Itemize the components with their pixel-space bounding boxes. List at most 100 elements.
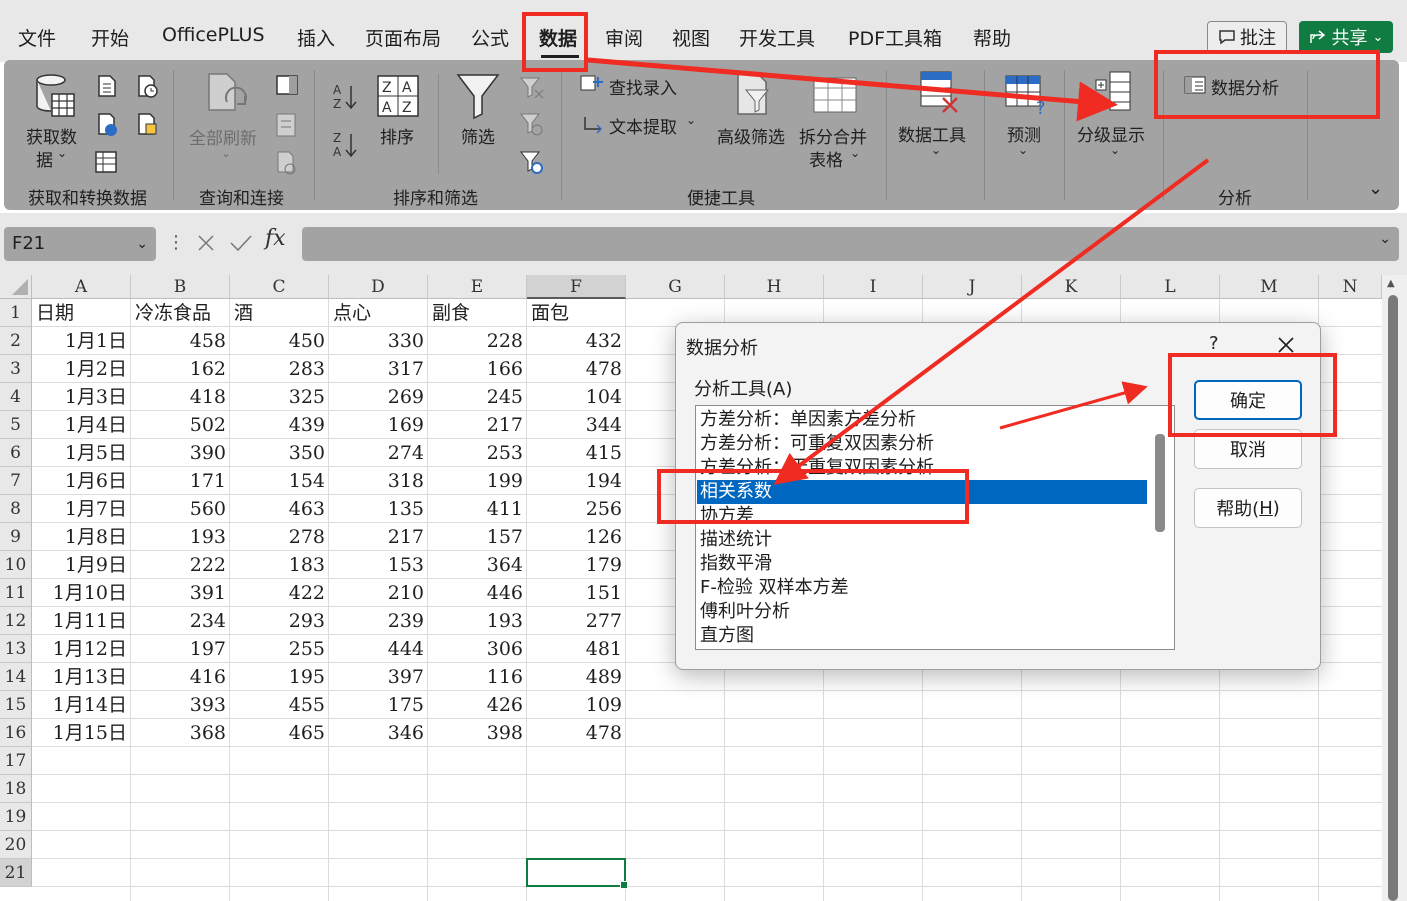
menu-officeplus[interactable]: OfficePLUS (162, 24, 265, 46)
cell-f3[interactable]: 478 (527, 355, 626, 383)
row-header-5[interactable]: 5 (0, 411, 32, 439)
cell-b4[interactable]: 418 (131, 383, 230, 411)
cell-d4[interactable]: 269 (329, 383, 428, 411)
row-header-15[interactable]: 15 (0, 691, 32, 719)
listbox-scroll-thumb[interactable] (1155, 434, 1165, 532)
row-header-6[interactable]: 6 (0, 439, 32, 467)
analysis-tool-item[interactable]: 方差分析：单因素方差分析 (700, 408, 916, 432)
cell-e8[interactable]: 411 (428, 495, 527, 523)
row-header-4[interactable]: 4 (0, 383, 32, 411)
cell-d6[interactable]: 274 (329, 439, 428, 467)
cell-f14[interactable]: 489 (527, 663, 626, 691)
cell-f4[interactable]: 104 (527, 383, 626, 411)
filter-label[interactable]: 筛选 (461, 123, 495, 148)
cell-b14[interactable]: 416 (131, 663, 230, 691)
row-header-9[interactable]: 9 (0, 523, 32, 551)
analysis-tool-item[interactable]: F-检验 双样本方差 (700, 576, 849, 600)
cell-e4[interactable]: 245 (428, 383, 527, 411)
cell-f7[interactable]: 194 (527, 467, 626, 495)
cell-e14[interactable]: 116 (428, 663, 527, 691)
column-header-g[interactable]: G (626, 275, 725, 299)
cell-c10[interactable]: 183 (230, 551, 329, 579)
cell-a6[interactable]: 1月5日 (32, 439, 131, 467)
cell-b5[interactable]: 502 (131, 411, 230, 439)
formula-input[interactable]: ⌄ (302, 227, 1399, 261)
cell-b11[interactable]: 391 (131, 579, 230, 607)
row-header-17[interactable]: 17 (0, 747, 32, 775)
table-range-icon[interactable] (94, 150, 118, 174)
cell-c13[interactable]: 255 (230, 635, 329, 663)
advanced-filter-tool-icon[interactable] (734, 72, 774, 118)
database-icon[interactable] (34, 72, 78, 120)
cell-b16[interactable]: 368 (131, 719, 230, 747)
row-header-20[interactable]: 20 (0, 831, 32, 859)
cell-b7[interactable]: 171 (131, 467, 230, 495)
menu-insert[interactable]: 插入 (297, 24, 335, 51)
comments-button[interactable]: 批注 (1207, 21, 1287, 53)
cell-b8[interactable]: 560 (131, 495, 230, 523)
outline-icon[interactable] (1094, 70, 1134, 116)
cell-a8[interactable]: 1月7日 (32, 495, 131, 523)
cell-c3[interactable]: 283 (230, 355, 329, 383)
cell-e6[interactable]: 253 (428, 439, 527, 467)
row-header-21[interactable]: 21 (0, 859, 32, 887)
column-header-f[interactable]: F (527, 275, 626, 299)
cell-b2[interactable]: 458 (131, 327, 230, 355)
split-merge-label-2[interactable]: 表格 (809, 146, 843, 171)
cell-a12[interactable]: 1月11日 (32, 607, 131, 635)
row-header-14[interactable]: 14 (0, 663, 32, 691)
cell-a3[interactable]: 1月2日 (32, 355, 131, 383)
cell-e16[interactable]: 398 (428, 719, 527, 747)
column-header-d[interactable]: D (329, 275, 428, 299)
analysis-tool-item[interactable]: 直方图 (700, 624, 754, 648)
cell-b6[interactable]: 390 (131, 439, 230, 467)
row-header-7[interactable]: 7 (0, 467, 32, 495)
cell-b9[interactable]: 193 (131, 523, 230, 551)
cell-c9[interactable]: 278 (230, 523, 329, 551)
cell-b13[interactable]: 197 (131, 635, 230, 663)
cell-f9[interactable]: 126 (527, 523, 626, 551)
row-header-8[interactable]: 8 (0, 495, 32, 523)
get-data-label[interactable]: 获取数 (26, 123, 77, 148)
cell-c1[interactable]: 酒 (230, 299, 329, 327)
analysis-tool-item[interactable]: 描述统计 (700, 528, 772, 552)
cell-e10[interactable]: 364 (428, 551, 527, 579)
cell-f6[interactable]: 415 (527, 439, 626, 467)
from-web-icon[interactable] (96, 112, 120, 138)
cell-f8[interactable]: 256 (527, 495, 626, 523)
dialog-close-icon[interactable] (1277, 336, 1295, 354)
row-header-13[interactable]: 13 (0, 635, 32, 663)
cell-c7[interactable]: 154 (230, 467, 329, 495)
cell-d1[interactable]: 点心 (329, 299, 428, 327)
column-header-c[interactable]: C (230, 275, 329, 299)
row-header-11[interactable]: 11 (0, 579, 32, 607)
text-extract-label[interactable]: 文本提取 (609, 113, 677, 138)
share-button[interactable]: 共享 ⌄ (1299, 21, 1393, 53)
analysis-tool-item[interactable]: 指数平滑 (700, 552, 772, 576)
cell-a9[interactable]: 1月8日 (32, 523, 131, 551)
advanced-filter-icon[interactable] (519, 150, 545, 176)
cell-e3[interactable]: 166 (428, 355, 527, 383)
cell-f11[interactable]: 151 (527, 579, 626, 607)
lookup-entry-label[interactable]: 查找录入 (609, 74, 677, 99)
active-cell-f21[interactable] (526, 858, 628, 889)
cell-d15[interactable]: 175 (329, 691, 428, 719)
recent-sources-icon[interactable] (136, 74, 160, 98)
menu-page-layout[interactable]: 页面布局 (365, 24, 441, 51)
cell-b10[interactable]: 222 (131, 551, 230, 579)
text-extract-icon[interactable] (581, 113, 607, 137)
cell-d16[interactable]: 346 (329, 719, 428, 747)
cell-d2[interactable]: 330 (329, 327, 428, 355)
cell-e12[interactable]: 193 (428, 607, 527, 635)
advanced-filter-label[interactable]: 高级筛选 (717, 123, 785, 148)
cell-a11[interactable]: 1月10日 (32, 579, 131, 607)
menu-formulas[interactable]: 公式 (471, 24, 509, 51)
chevron-down-icon[interactable]: ⌄ (136, 227, 148, 261)
analysis-tool-item[interactable]: 傅利叶分析 (700, 600, 790, 624)
cell-f5[interactable]: 344 (527, 411, 626, 439)
cell-c2[interactable]: 450 (230, 327, 329, 355)
cell-c8[interactable]: 463 (230, 495, 329, 523)
cell-f10[interactable]: 179 (527, 551, 626, 579)
menu-file[interactable]: 文件 (18, 24, 56, 51)
column-header-l[interactable]: L (1121, 275, 1220, 299)
